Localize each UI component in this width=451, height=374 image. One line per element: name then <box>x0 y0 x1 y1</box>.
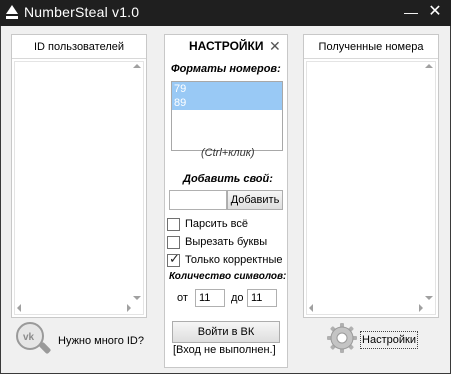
scroll-down-arrow-icon[interactable] <box>425 296 433 300</box>
ctrl-click-hint: (Ctrl+клик) <box>201 147 255 159</box>
window-title: NumberSteal v1.0 <box>24 4 140 20</box>
symbol-count-label: Количество символов: <box>169 271 287 282</box>
format-item[interactable]: 89 <box>172 96 282 110</box>
user-ids-header: ID пользователей <box>12 35 146 59</box>
formats-list[interactable]: 79 89 <box>171 81 283 151</box>
add-own-label: Добавить свой: <box>183 173 273 185</box>
user-ids-hscroll[interactable] <box>15 302 133 314</box>
vk-logo-icon[interactable]: vk <box>14 320 54 360</box>
received-numbers-hscroll[interactable] <box>307 302 425 314</box>
minimize-button[interactable]: — <box>400 2 422 22</box>
scroll-left-arrow-icon[interactable] <box>309 304 313 312</box>
svg-text:vk: vk <box>23 332 35 343</box>
scroll-right-arrow-icon[interactable] <box>127 304 131 312</box>
user-ids-panel: ID пользователей <box>11 34 147 318</box>
need-many-ids-link[interactable]: Нужно много ID? <box>58 335 144 347</box>
user-ids-vscroll[interactable] <box>131 62 143 302</box>
parse-all-label[interactable]: Парсить всё <box>185 218 248 230</box>
scroll-up-arrow-icon[interactable] <box>133 64 141 68</box>
scroll-left-arrow-icon[interactable] <box>17 304 21 312</box>
received-numbers-header: Полученные номера <box>304 35 438 59</box>
login-vk-button[interactable]: Войти в ВК <box>172 321 280 343</box>
checkmark-icon: ✓ <box>169 251 180 266</box>
received-numbers-vscroll[interactable] <box>423 62 435 302</box>
settings-panel: НАСТРОЙКИ ✕ Форматы номеров: 79 89 (Ctrl… <box>164 34 288 368</box>
received-numbers-panel: Полученные номера <box>303 34 439 318</box>
only-correct-checkbox[interactable]: ✓ <box>167 251 180 267</box>
close-window-button[interactable]: ✕ <box>424 2 446 22</box>
add-button[interactable]: Добавить <box>227 190 283 210</box>
settings-close-icon[interactable]: ✕ <box>269 38 281 55</box>
strip-letters-label[interactable]: Вырезать буквы <box>185 236 267 248</box>
format-item[interactable]: 79 <box>172 82 282 96</box>
only-correct-label[interactable]: Только корректные <box>185 254 282 266</box>
title-bar: NumberSteal v1.0 — ✕ <box>0 0 451 26</box>
formats-label: Форматы номеров: <box>171 63 281 75</box>
scroll-right-arrow-icon[interactable] <box>419 304 423 312</box>
scroll-up-arrow-icon[interactable] <box>425 64 433 68</box>
user-ids-list[interactable] <box>14 61 144 315</box>
strip-letters-checkbox[interactable] <box>167 236 180 249</box>
to-input[interactable]: 11 <box>247 289 277 307</box>
received-numbers-list[interactable] <box>306 61 436 315</box>
settings-title: НАСТРОЙКИ <box>189 39 264 53</box>
to-label: до <box>231 292 244 304</box>
gear-icon[interactable] <box>326 322 358 354</box>
login-status: [Вход не выполнен.] <box>173 344 276 356</box>
from-label: от <box>177 292 188 304</box>
settings-button[interactable]: Настройки <box>360 331 418 349</box>
from-input[interactable]: 11 <box>195 289 225 307</box>
add-format-input[interactable] <box>169 190 227 210</box>
scroll-down-arrow-icon[interactable] <box>133 296 141 300</box>
app-icon <box>6 5 18 19</box>
parse-all-checkbox[interactable] <box>167 218 180 231</box>
